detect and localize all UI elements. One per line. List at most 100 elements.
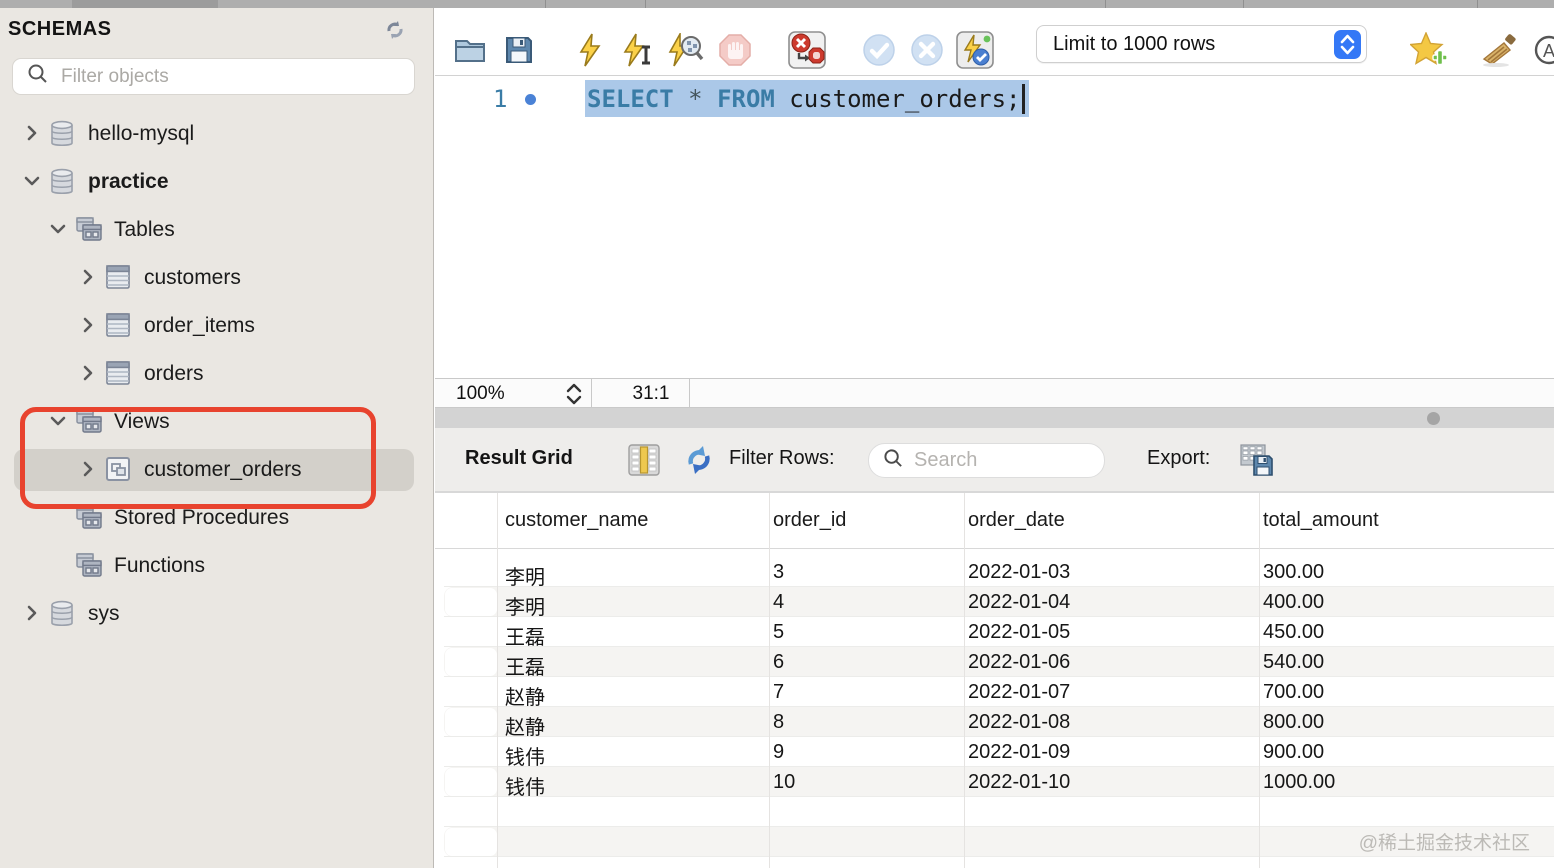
chevron-right-icon[interactable] [22,603,44,625]
table-row[interactable]: 王磊 5 2022-01-05 450.00 [435,617,1554,647]
cell-order_date[interactable]: 2022-01-06 [968,651,1070,674]
chevron-down-icon[interactable] [48,219,70,241]
cell-order_id[interactable]: 5 [773,621,784,644]
tree-item-sys[interactable]: sys [0,590,434,638]
export-results-icon[interactable] [1239,442,1275,478]
cell-total_amount[interactable]: 300.00 [1263,561,1324,584]
chevron-right-icon[interactable] [78,267,100,289]
cell-order_date[interactable]: 2022-01-10 [968,771,1070,794]
table-row[interactable]: 赵静 7 2022-01-07 700.00 [435,677,1554,707]
cell-total_amount[interactable]: 900.00 [1263,741,1324,764]
tree-item-practice[interactable]: practice [0,158,434,206]
tree-item-orders[interactable]: orders [0,350,434,398]
table-row[interactable]: 赵静 8 2022-01-08 800.00 [435,707,1554,737]
open-file-icon[interactable] [451,30,491,70]
tree-item-order-items[interactable]: order_items [0,302,434,350]
row-gutter[interactable] [445,828,497,856]
filter-objects-input[interactable]: Filter objects [12,58,415,95]
cell-order_id[interactable]: 4 [773,591,784,614]
tree-item-label: Functions [114,554,205,578]
row-gutter[interactable] [445,708,497,736]
tree-item-label: orders [144,362,204,386]
cell-total_amount[interactable]: 800.00 [1263,711,1324,734]
refresh-schemas-icon[interactable] [383,18,407,42]
cell-order_date[interactable]: 2022-01-05 [968,621,1070,644]
cell-order_date[interactable]: 2022-01-04 [968,591,1070,614]
cell-customer_name[interactable]: 李明 [505,591,545,620]
chevron-down-icon[interactable] [22,171,44,193]
toggle-autocommit-icon[interactable] [955,30,995,70]
cell-total_amount[interactable]: 540.00 [1263,651,1324,674]
chevron-right-icon[interactable] [78,315,100,337]
row-gutter[interactable] [445,648,497,676]
row-gutter[interactable] [445,588,497,616]
column-header-customer_name[interactable]: customer_name [505,509,648,532]
limit-rows-select[interactable]: Limit to 1000 rows [1036,25,1367,63]
cell-total_amount[interactable]: 400.00 [1263,591,1324,614]
table-row[interactable]: 王磊 6 2022-01-06 540.00 [435,647,1554,677]
cell-order_date[interactable]: 2022-01-09 [968,741,1070,764]
chevron-down-icon[interactable] [48,411,70,433]
execute-current-statement-icon[interactable] [618,30,658,70]
stop-icon[interactable] [715,30,755,70]
refresh-results-icon[interactable] [681,442,717,478]
execute-icon[interactable] [570,30,610,70]
table-row[interactable]: 钱伟 10 2022-01-10 1000.00 [435,767,1554,797]
cell-order_id[interactable]: 3 [773,561,784,584]
row-gutter[interactable] [445,768,497,796]
save-icon[interactable] [499,30,539,70]
cell-order_id[interactable]: 6 [773,651,784,674]
save-snippet-icon[interactable] [1409,30,1449,70]
tab-segment [72,0,218,8]
cell-order_date[interactable]: 2022-01-03 [968,561,1070,584]
cell-order_id[interactable]: 10 [773,771,795,794]
cell-order_id[interactable]: 8 [773,711,784,734]
tree-item-customer-orders[interactable]: customer_orders [0,446,434,494]
tree-item-functions[interactable]: Functions [0,542,434,590]
search-placeholder: Search [914,449,977,472]
chevron-right-icon[interactable] [22,123,44,145]
select-stepper-icon [1334,30,1361,59]
beautify-sql-icon[interactable] [1479,30,1519,70]
sql-editor[interactable]: 1 SELECT * FROM customer_orders; [435,76,1554,378]
cell-customer_name[interactable]: 王磊 [505,621,545,650]
cell-order_id[interactable]: 9 [773,741,784,764]
cell-total_amount[interactable]: 450.00 [1263,621,1324,644]
find-icon[interactable]: A [1529,30,1554,70]
chevron-right-icon[interactable] [78,363,100,385]
explain-plan-icon[interactable] [666,30,706,70]
tree-item-hello-mysql[interactable]: hello-mysql [0,110,434,158]
table-row[interactable]: 李明 3 2022-01-03 300.00 [435,557,1554,587]
cell-order_date[interactable]: 2022-01-08 [968,711,1070,734]
table-row[interactable]: 钱伟 9 2022-01-09 900.00 [435,737,1554,767]
zoom-stepper-icon[interactable] [563,382,585,411]
cell-customer_name[interactable]: 赵静 [505,681,545,710]
cell-customer_name[interactable]: 王磊 [505,651,545,680]
column-header-order_date[interactable]: order_date [968,509,1065,532]
tree-item-label: Stored Procedures [114,506,289,530]
scrollbar-thumb[interactable] [1427,412,1440,425]
cell-total_amount[interactable]: 700.00 [1263,681,1324,704]
table-row[interactable]: 李明 4 2022-01-04 400.00 [435,587,1554,617]
tree-item-tables[interactable]: Tables [0,206,434,254]
grid-columns-icon[interactable] [627,442,663,478]
column-header-order_id[interactable]: order_id [773,509,846,532]
cell-total_amount[interactable]: 1000.00 [1263,771,1335,794]
stop-on-error-icon[interactable] [787,30,827,70]
chevron-right-icon[interactable] [78,459,100,481]
cell-customer_name[interactable]: 钱伟 [505,771,545,800]
cell-order_date[interactable]: 2022-01-07 [968,681,1070,704]
tree-item-views[interactable]: Views [0,398,434,446]
horizontal-scrollbar[interactable] [435,408,1554,428]
rollback-icon[interactable] [907,30,947,70]
tree-item-stored-procedures[interactable]: Stored Procedures [0,494,434,542]
column-header-total_amount[interactable]: total_amount [1263,509,1379,532]
result-search-input[interactable]: Search [868,443,1105,478]
cell-order_id[interactable]: 7 [773,681,784,704]
tree-item-customers[interactable]: customers [0,254,434,302]
cell-customer_name[interactable]: 赵静 [505,711,545,740]
commit-icon[interactable] [859,30,899,70]
cell-customer_name[interactable]: 钱伟 [505,741,545,770]
cell-customer_name[interactable]: 李明 [505,561,545,590]
result-grid-body: 李明 3 2022-01-03 300.00 李明 4 2022-01-04 400.00 王磊… [435,550,1554,868]
